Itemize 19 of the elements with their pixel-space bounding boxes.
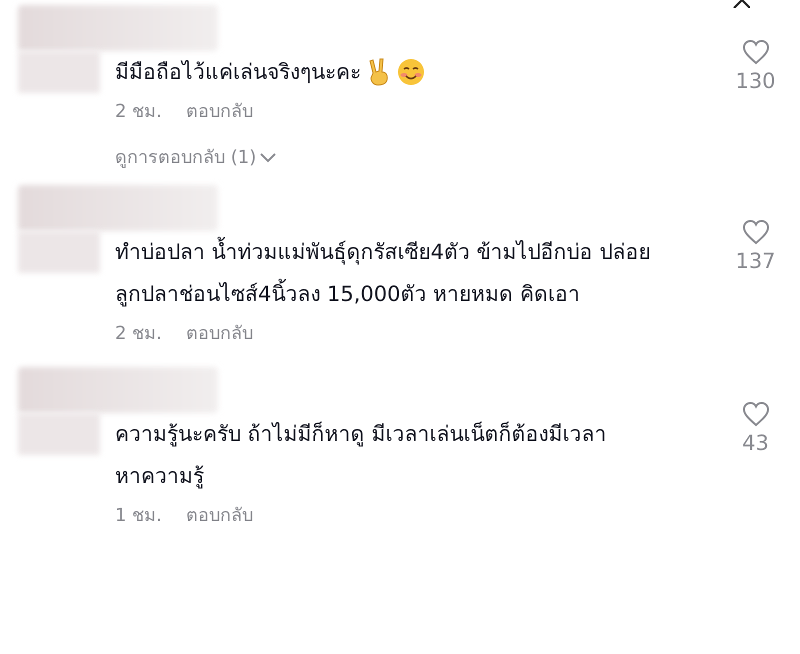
comment-time: 1 ชม. <box>115 504 162 528</box>
comment-text: ความรู้นะครับ ถ้าไม่มีก็หาดู มีเวลาเล่นเน็ตก็ต้องมีเวลาหาความรู้ <box>115 420 608 490</box>
like-count: 137 <box>735 248 776 275</box>
like-count: 43 <box>742 430 769 457</box>
reply-link[interactable]: ตอบกลับ <box>186 501 253 531</box>
comment-time: 2 ชม. <box>115 100 162 124</box>
heart-icon[interactable] <box>742 39 770 65</box>
comment-text: ทำบ่อปลา น้ำท่วมแม่พันธุ์ดุกรัสเซีย4ตัว ข้ามไปอีกบ่อ ปล่อยลูกปลาช่อนไซส์4นิ้วลง 15,000ตัว หายหมด คิดเอา <box>115 231 675 315</box>
like-count: 130 <box>735 68 776 95</box>
reply-link[interactable]: ตอบกลับ <box>186 319 253 349</box>
close-icon[interactable] <box>732 0 750 8</box>
reply-link[interactable]: ตอบกลับ <box>186 97 253 127</box>
smiling-face-icon <box>397 58 425 86</box>
heart-icon[interactable] <box>742 219 770 245</box>
view-replies-link[interactable]: ดูการตอบกลับ (1) <box>115 143 276 173</box>
chevron-down-icon <box>260 153 276 163</box>
comment-text: มีมือถือไว้แค่เล่นจริงๆนะคะ <box>115 59 361 86</box>
comment-time: 2 ชม. <box>115 322 162 346</box>
heart-icon[interactable] <box>742 401 770 427</box>
